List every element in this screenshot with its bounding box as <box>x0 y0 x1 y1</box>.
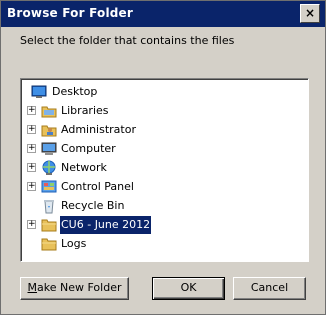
network-icon <box>41 160 57 176</box>
expand-icon[interactable]: + <box>27 163 36 172</box>
desktop-icon <box>31 84 47 100</box>
ok-button[interactable]: OK <box>152 277 225 300</box>
tree-item-label: Network <box>61 161 107 174</box>
button-label: ake New Folder <box>37 281 122 294</box>
browse-for-folder-dialog: Browse For Folder × Select the folder th… <box>0 0 326 315</box>
control-panel-icon <box>41 179 57 195</box>
make-new-folder-button[interactable]: Make New Folder <box>20 277 129 300</box>
cancel-button[interactable]: Cancel <box>233 277 306 300</box>
tree-item-label: Control Panel <box>61 180 134 193</box>
folder-icon <box>41 217 57 233</box>
expand-icon[interactable]: + <box>27 144 36 153</box>
folder-icon <box>41 236 57 252</box>
tree-item-label: CU6 - June 2012 <box>58 215 153 235</box>
recycle-bin-icon <box>41 198 57 214</box>
libraries-icon <box>41 103 57 119</box>
tree-item-label: Libraries <box>61 104 109 117</box>
tree-item-label: Computer <box>61 142 116 155</box>
close-button[interactable]: × <box>300 4 320 23</box>
tree-item-label: Recycle Bin <box>61 199 125 212</box>
expand-icon[interactable]: + <box>27 106 36 115</box>
computer-icon <box>41 141 57 157</box>
expand-icon[interactable]: + <box>27 125 36 134</box>
instruction-text: Select the folder that contains the file… <box>20 34 235 47</box>
user-folder-icon <box>41 122 57 138</box>
tree-item-label: Logs <box>61 237 87 250</box>
close-icon: × <box>304 6 316 20</box>
title-bar[interactable]: Browse For Folder × <box>1 1 325 27</box>
accelerator-key: M <box>27 281 38 294</box>
button-label: OK <box>180 281 197 294</box>
button-label: Cancel <box>250 281 289 294</box>
folder-tree[interactable]: Desktop + Libraries + Administrator + Co… <box>20 78 309 262</box>
tree-item-label: Desktop <box>52 85 98 98</box>
expand-icon[interactable]: + <box>27 182 36 191</box>
dialog-title: Browse For Folder <box>7 6 134 20</box>
tree-item-label: Administrator <box>61 123 136 136</box>
expand-icon[interactable]: + <box>27 220 36 229</box>
